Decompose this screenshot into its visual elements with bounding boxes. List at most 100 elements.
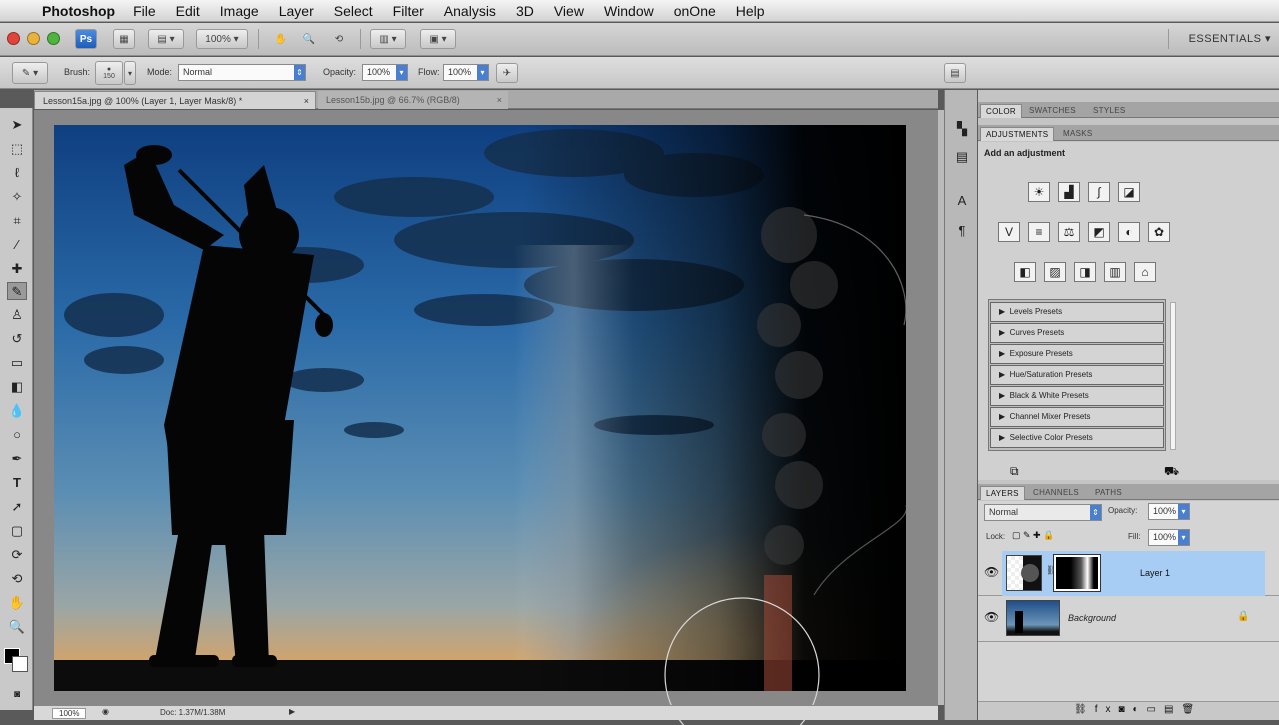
status-icon[interactable]: ◉ <box>102 707 109 716</box>
zoom-tool-icon[interactable]: 🔍 <box>298 29 320 49</box>
clip-to-layer-icon[interactable]: ⛟ <box>1164 464 1179 480</box>
screen-mode-icon[interactable]: ▣ ▾ <box>420 29 456 49</box>
menu-select[interactable]: Select <box>324 3 383 19</box>
exposure-icon[interactable]: ◪ <box>1118 182 1140 202</box>
tab-adjustments[interactable]: ADJUSTMENTS <box>980 127 1055 141</box>
move-tool-icon[interactable]: ➤ <box>7 116 27 134</box>
history-brush-icon[interactable]: ↺ <box>7 330 27 348</box>
workspace-switcher[interactable]: ESSENTIALS ▾ <box>1189 32 1271 45</box>
layer-actions-icons[interactable]: ⛓fx◙◐▭▤🗑 <box>1074 704 1202 715</box>
curves-presets-item[interactable]: ▶ Curves Presets <box>990 323 1164 343</box>
opacity-field[interactable]: 100% ▾ <box>362 64 408 81</box>
visibility-eye-icon[interactable]: 👁 <box>984 610 999 624</box>
lock-options-icon[interactable]: ▢ ✎ ✚ 🔒 <box>1012 530 1054 541</box>
menu-view[interactable]: View <box>544 3 594 19</box>
levels-presets-item[interactable]: ▶ Levels Presets <box>990 302 1164 322</box>
brush-preset-picker[interactable]: ✎ ▾ <box>12 62 48 84</box>
pen-tool-icon[interactable]: ✒ <box>7 450 27 468</box>
menu-image[interactable]: Image <box>210 3 269 19</box>
hand-tool-icon[interactable]: ✋ <box>7 594 27 612</box>
zoom-tool-icon[interactable]: 🔍 <box>7 618 27 636</box>
fill-field[interactable]: 100% ▾ <box>1148 529 1190 546</box>
blend-mode-select[interactable]: Normal ⇕ <box>984 504 1102 521</box>
tab-layers[interactable]: LAYERS <box>980 486 1025 500</box>
exposure-presets-item[interactable]: ▶ Exposure Presets <box>990 344 1164 364</box>
rotate-view-icon[interactable]: ⟲ <box>328 29 350 49</box>
tab-paths[interactable]: PATHS <box>1090 486 1127 500</box>
vibrance-icon[interactable]: V <box>998 222 1020 242</box>
blur-tool-icon[interactable]: 💧 <box>7 402 27 420</box>
layer-opacity-field[interactable]: 100% ▾ <box>1148 503 1190 520</box>
quick-mask-icon[interactable]: ◙ <box>7 686 27 704</box>
levels-icon[interactable]: ▟ <box>1058 182 1080 202</box>
healing-brush-icon[interactable]: ✚ <box>7 260 27 278</box>
curves-icon[interactable]: ∫ <box>1088 182 1110 202</box>
threshold-icon[interactable]: ◨ <box>1074 262 1096 282</box>
tab-swatches[interactable]: SWATCHES <box>1024 104 1081 118</box>
clone-stamp-icon[interactable]: ♙ <box>7 306 27 324</box>
hue-saturation-presets-item[interactable]: ▶ Hue/Saturation Presets <box>990 365 1164 385</box>
paragraph-panel-icon[interactable]: ¶ <box>953 222 971 240</box>
magic-wand-icon[interactable]: ✧ <box>7 188 27 206</box>
brush-panel-icon[interactable]: ▤ <box>944 63 966 83</box>
layer-thumbnail[interactable] <box>1006 555 1042 591</box>
hand-tool-icon[interactable]: ✋ <box>270 29 292 49</box>
photo-filter-icon[interactable]: ◐ <box>1118 222 1140 242</box>
selective-color-icon[interactable]: ⌂ <box>1134 262 1156 282</box>
status-menu-arrow-icon[interactable]: ▶ <box>289 707 295 716</box>
menu-3d[interactable]: 3D <box>506 3 544 19</box>
marquee-tool-icon[interactable]: ⬚ <box>7 140 27 158</box>
menu-edit[interactable]: Edit <box>166 3 210 19</box>
menu-file[interactable]: File <box>123 3 166 19</box>
airbrush-icon[interactable]: ✈ <box>496 63 518 83</box>
type-tool-icon[interactable]: T <box>7 474 27 492</box>
dodge-tool-icon[interactable]: ○ <box>7 426 27 444</box>
layer-mask-thumbnail[interactable] <box>1053 554 1101 592</box>
menu-window[interactable]: Window <box>594 3 664 19</box>
menu-help[interactable]: Help <box>726 3 775 19</box>
tab-styles[interactable]: STYLES <box>1088 104 1130 118</box>
menu-layer[interactable]: Layer <box>269 3 324 19</box>
menu-onone[interactable]: onOne <box>664 3 726 19</box>
history-panel-icon[interactable]: ▚ <box>953 120 971 138</box>
launch-bridge-icon[interactable]: ▦ <box>113 29 135 49</box>
menu-app-name[interactable]: Photoshop <box>36 3 123 19</box>
3d-orbit-icon[interactable]: ⟲ <box>7 570 27 588</box>
layer-row-background[interactable]: 👁 Background 🔒 <box>978 596 1279 642</box>
view-extras-icon[interactable]: ▤ ▾ <box>148 29 184 49</box>
posterize-icon[interactable]: ▨ <box>1044 262 1066 282</box>
background-thumbnail[interactable] <box>1006 600 1060 636</box>
mode-select[interactable]: Normal ⇕ <box>178 64 306 81</box>
gradient-tool-icon[interactable]: ◧ <box>7 378 27 396</box>
lasso-tool-icon[interactable]: ℓ <box>7 164 27 182</box>
zoom-level-select[interactable]: 100% ▾ <box>196 29 248 49</box>
zoom-status-field[interactable]: 100% <box>52 708 87 719</box>
menu-filter[interactable]: Filter <box>383 3 434 19</box>
actions-panel-icon[interactable]: ▤ <box>953 148 971 166</box>
layer-row-layer1[interactable]: 👁 ⛓ Layer 1 <box>978 551 1279 596</box>
channel-mixer-icon[interactable]: ✿ <box>1148 222 1170 242</box>
arrange-documents-icon[interactable]: ▥ ▾ <box>370 29 406 49</box>
tab-masks[interactable]: MASKS <box>1058 127 1098 141</box>
crop-tool-icon[interactable]: ⌗ <box>7 212 27 230</box>
3d-rotate-icon[interactable]: ⟳ <box>7 546 27 564</box>
close-tab-icon[interactable]: × <box>497 91 502 109</box>
layer-name[interactable]: Background <box>1068 613 1116 623</box>
tab-color[interactable]: COLOR <box>980 104 1022 118</box>
hue-saturation-icon[interactable]: ≡ <box>1028 222 1050 242</box>
expand-view-icon[interactable]: ⧉ <box>1010 464 1019 479</box>
character-panel-icon[interactable]: A <box>953 192 971 210</box>
color-balance-icon[interactable]: ⚖ <box>1058 222 1080 242</box>
close-window-button[interactable] <box>7 32 20 45</box>
invert-icon[interactable]: ◧ <box>1014 262 1036 282</box>
minimize-window-button[interactable] <box>27 32 40 45</box>
tab-lesson15a[interactable]: Lesson15a.jpg @ 100% (Layer 1, Layer Mas… <box>34 91 316 109</box>
brightness-contrast-icon[interactable]: ☀ <box>1028 182 1050 202</box>
layer-name[interactable]: Layer 1 <box>1140 568 1170 578</box>
tab-channels[interactable]: CHANNELS <box>1028 486 1084 500</box>
selective-color-presets-item[interactable]: ▶ Selective Color Presets <box>990 428 1164 448</box>
menu-analysis[interactable]: Analysis <box>434 3 506 19</box>
background-color-swatch[interactable] <box>12 656 28 672</box>
visibility-eye-icon[interactable]: 👁 <box>984 565 999 579</box>
close-tab-icon[interactable]: × <box>304 92 309 110</box>
